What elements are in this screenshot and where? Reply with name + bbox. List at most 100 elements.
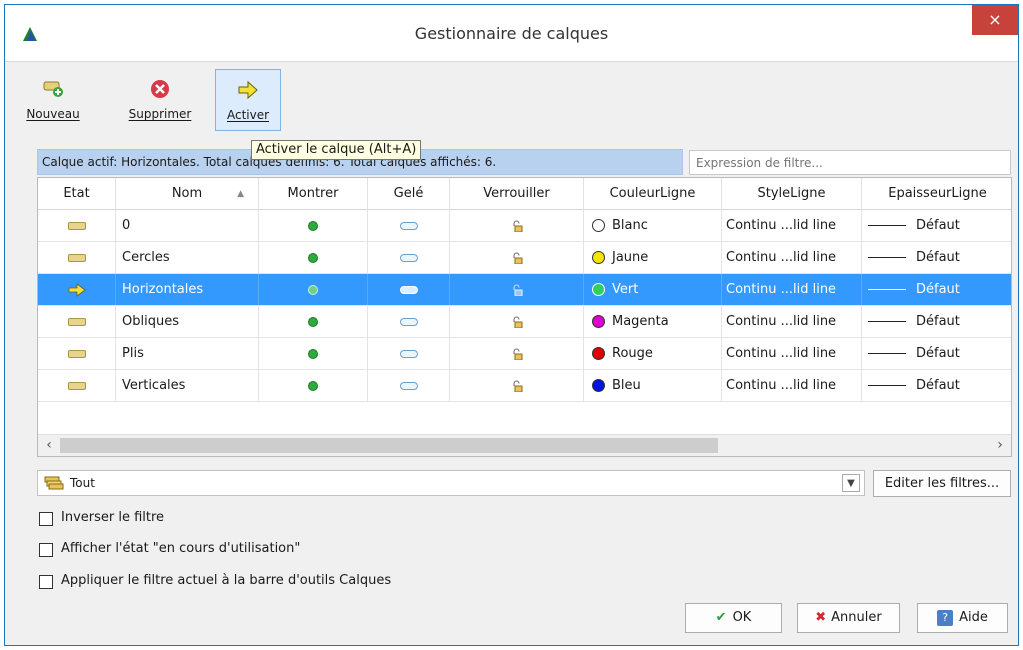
- unfrozen-icon: [399, 349, 418, 358]
- color-cell[interactable]: Jaune: [584, 242, 722, 273]
- unlocked-icon: [513, 252, 522, 264]
- linestyle-cell[interactable]: Continu ...lid line: [722, 210, 862, 241]
- show-in-use-checkbox[interactable]: [39, 543, 53, 557]
- linestyle-cell[interactable]: Continu ...lid line: [722, 306, 862, 337]
- header-verrouiller[interactable]: Verrouiller: [450, 178, 584, 210]
- visible-bulb-icon: [308, 220, 318, 231]
- cancel-x-icon: ✖: [815, 610, 827, 625]
- table-row[interactable]: Cercles Jaune Continu ...lid line Défaut: [38, 242, 1011, 274]
- unlocked-icon: [513, 348, 522, 360]
- header-epaisseurligne[interactable]: EpaisseurLigne: [862, 178, 1011, 210]
- activate-button[interactable]: Activer: [215, 69, 281, 131]
- window-title: Gestionnaire de calques: [414, 24, 609, 43]
- frozen-cell[interactable]: [368, 306, 450, 337]
- name-cell[interactable]: Plis: [116, 338, 259, 369]
- frozen-cell[interactable]: [368, 274, 450, 305]
- state-cell[interactable]: [38, 210, 116, 241]
- invert-filter-checkbox[interactable]: [39, 512, 53, 526]
- unlocked-icon: [513, 284, 522, 296]
- weight-label: Défaut: [916, 218, 960, 233]
- header-etat[interactable]: Etat: [38, 178, 116, 210]
- filter-select[interactable]: Tout ▼: [37, 470, 865, 496]
- unfrozen-icon: [399, 317, 418, 326]
- frozen-cell[interactable]: [368, 210, 450, 241]
- color-swatch: [592, 347, 605, 360]
- visible-cell[interactable]: [259, 274, 368, 305]
- table-header: Etat Nom ▲ Montrer Gelé Verrouiller Coul…: [38, 178, 1011, 210]
- state-cell[interactable]: [38, 306, 116, 337]
- lineweight-cell[interactable]: Défaut: [862, 274, 1011, 305]
- table-row[interactable]: 0 Blanc Continu ...lid line Défaut: [38, 210, 1011, 242]
- header-nom[interactable]: Nom ▲: [116, 178, 259, 210]
- lineweight-cell[interactable]: Défaut: [862, 242, 1011, 273]
- linestyle-cell[interactable]: Continu ...lid line: [722, 242, 862, 273]
- table-row[interactable]: Verticales Bleu Continu ...lid line Défa…: [38, 370, 1011, 402]
- line-sample: [868, 257, 906, 258]
- name-cell[interactable]: Verticales: [116, 370, 259, 401]
- frozen-cell[interactable]: [368, 338, 450, 369]
- header-couleurligne[interactable]: CouleurLigne: [584, 178, 722, 210]
- scroll-left-icon[interactable]: ‹: [40, 437, 58, 453]
- visible-cell[interactable]: [259, 210, 368, 241]
- state-cell[interactable]: [38, 274, 116, 305]
- edit-filters-button[interactable]: Editer les filtres...: [873, 470, 1011, 497]
- apply-toolbar-checkbox[interactable]: [39, 575, 53, 589]
- color-cell[interactable]: Vert: [584, 274, 722, 305]
- visible-cell[interactable]: [259, 370, 368, 401]
- lineweight-cell[interactable]: Défaut: [862, 306, 1011, 337]
- table-row[interactable]: Plis Rouge Continu ...lid line Défaut: [38, 338, 1011, 370]
- color-cell[interactable]: Bleu: [584, 370, 722, 401]
- name-cell[interactable]: 0: [116, 210, 259, 241]
- weight-label: Défaut: [916, 378, 960, 393]
- frozen-cell[interactable]: [368, 370, 450, 401]
- lock-cell[interactable]: [450, 242, 584, 273]
- new-button[interactable]: Nouveau: [17, 69, 89, 131]
- lineweight-cell[interactable]: Défaut: [862, 210, 1011, 241]
- color-cell[interactable]: Magenta: [584, 306, 722, 337]
- visible-cell[interactable]: [259, 242, 368, 273]
- line-sample: [868, 353, 906, 354]
- delete-button[interactable]: Supprimer: [124, 69, 196, 131]
- help-button[interactable]: ? Aide: [917, 603, 1008, 633]
- lock-cell[interactable]: [450, 274, 584, 305]
- lineweight-cell[interactable]: Défaut: [862, 338, 1011, 369]
- frozen-cell[interactable]: [368, 242, 450, 273]
- lock-cell[interactable]: [450, 210, 584, 241]
- name-cell[interactable]: Horizontales: [116, 274, 259, 305]
- color-name: Vert: [612, 282, 639, 297]
- cancel-button[interactable]: ✖ Annuler: [797, 603, 900, 633]
- state-cell[interactable]: [38, 242, 116, 273]
- header-gele[interactable]: Gelé: [368, 178, 450, 210]
- state-cell[interactable]: [38, 338, 116, 369]
- weight-label: Défaut: [916, 250, 960, 265]
- filter-expression-input[interactable]: [689, 150, 1011, 175]
- name-cell[interactable]: Cercles: [116, 242, 259, 273]
- lock-cell[interactable]: [450, 338, 584, 369]
- name-cell[interactable]: Obliques: [116, 306, 259, 337]
- scrollbar-thumb[interactable]: [60, 438, 718, 453]
- folder-icon: [67, 317, 86, 326]
- lock-cell[interactable]: [450, 370, 584, 401]
- horizontal-scrollbar[interactable]: ‹ ›: [38, 434, 1011, 456]
- table-row-selected[interactable]: Horizontales Vert Continu ...lid line Dé…: [38, 274, 1011, 306]
- color-cell[interactable]: Blanc: [584, 210, 722, 241]
- state-cell[interactable]: [38, 370, 116, 401]
- linestyle-cell[interactable]: Continu ...lid line: [722, 338, 862, 369]
- linestyle-cell[interactable]: Continu ...lid line: [722, 274, 862, 305]
- color-cell[interactable]: Rouge: [584, 338, 722, 369]
- lock-cell[interactable]: [450, 306, 584, 337]
- table-row[interactable]: Obliques Magenta Continu ...lid line Déf…: [38, 306, 1011, 338]
- header-montrer[interactable]: Montrer: [259, 178, 368, 210]
- ok-button[interactable]: ✔ OK: [685, 603, 782, 633]
- scroll-right-icon[interactable]: ›: [991, 437, 1009, 453]
- unlocked-icon: [513, 220, 522, 232]
- header-styleligne[interactable]: StyleLigne: [722, 178, 862, 210]
- chevron-down-icon[interactable]: ▼: [842, 474, 860, 492]
- lineweight-cell[interactable]: Défaut: [862, 370, 1011, 401]
- unfrozen-icon: [399, 253, 418, 262]
- color-swatch: [592, 379, 605, 392]
- visible-cell[interactable]: [259, 338, 368, 369]
- visible-cell[interactable]: [259, 306, 368, 337]
- linestyle-cell[interactable]: Continu ...lid line: [722, 370, 862, 401]
- close-button[interactable]: ×: [972, 5, 1018, 35]
